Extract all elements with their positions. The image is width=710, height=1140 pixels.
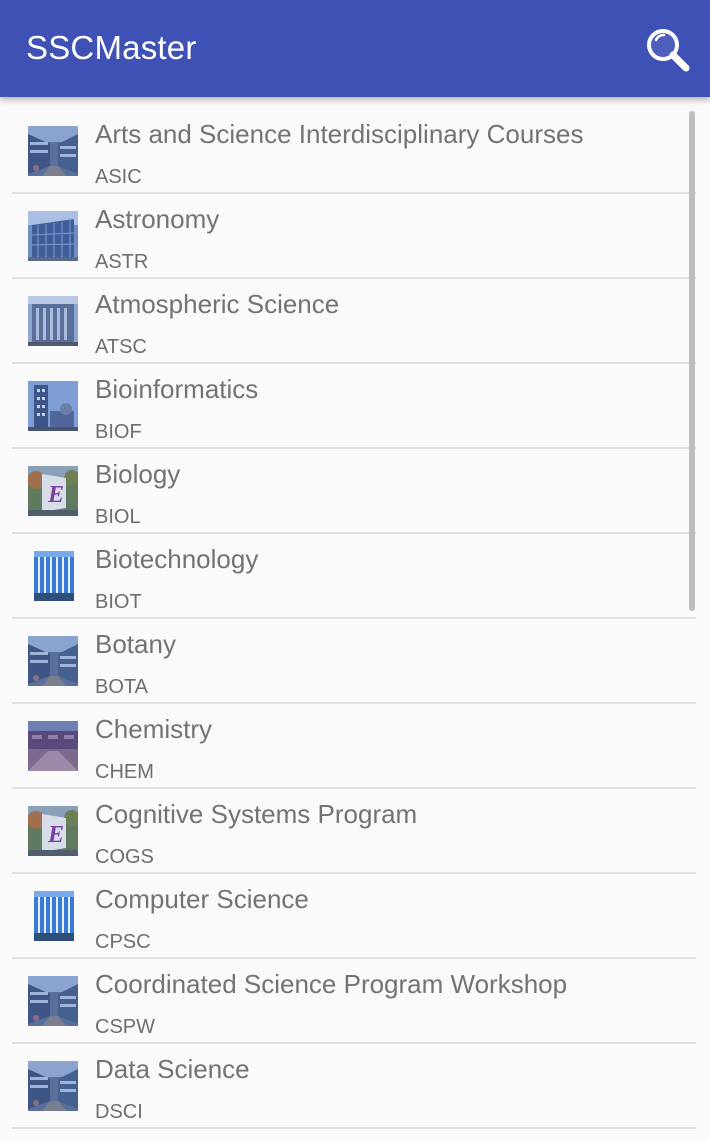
subject-list: Arts and Science Interdisciplinary Cours… [0,109,710,1129]
subject-list-item[interactable]: Data Science DSCI [0,1044,710,1129]
subject-name: Chemistry [95,714,213,744]
subject-code: ASIC [95,166,142,188]
subject-list-item[interactable]: Botany BOTA [0,619,710,704]
subject-code: DSCI [95,1101,143,1123]
subject-list-item[interactable]: Arts and Science Interdisciplinary Cours… [0,109,710,194]
subject-thumbnail [28,891,78,941]
subject-list-item[interactable]: Bioinformatics BIOF [0,364,710,449]
subject-thumbnail [28,636,78,686]
subject-code: CPSC [95,931,151,953]
app-bar: SSCMaster [0,0,710,97]
subject-code: BIOL [95,506,141,528]
subject-list-item[interactable]: Biotechnology BIOT [0,534,710,619]
search-button[interactable] [640,22,696,78]
subject-name: Bioinformatics [95,374,259,404]
subject-name: Coordinated Science Program Workshop [95,969,568,999]
subject-code: CHEM [95,761,154,783]
subject-list-item[interactable]: Chemistry CHEM [0,704,710,789]
subject-code: BIOT [95,591,142,613]
subject-name: Astronomy [95,204,220,234]
subject-name: Arts and Science Interdisciplinary Cours… [95,119,584,149]
subject-list-item[interactable]: Coordinated Science Program Workshop CSPW [0,959,710,1044]
subject-list-item[interactable]: Atmospheric Science ATSC [0,279,710,364]
subject-thumbnail [28,721,78,771]
subject-code: ATSC [95,336,147,358]
subject-list-item[interactable]: E Biology BIOL [0,449,710,534]
subject-list-item[interactable]: Astronomy ASTR [0,194,710,279]
subject-thumbnail [28,126,78,176]
subject-list-item[interactable]: Computer Science CPSC [0,874,710,959]
subject-thumbnail: E [28,806,78,856]
subject-name: Atmospheric Science [95,289,340,319]
list-divider [12,1127,696,1129]
subject-code: BOTA [95,676,148,698]
subject-name: Botany [95,629,176,659]
subject-thumbnail [28,551,78,601]
search-icon [647,29,690,72]
subject-code: ASTR [95,251,149,273]
subject-code: CSPW [95,1016,155,1038]
subject-thumbnail [28,381,78,431]
subject-name: Data Science [95,1054,250,1084]
subject-code: COGS [95,846,154,868]
svg-text:E: E [47,822,64,848]
subject-thumbnail: E [28,466,78,516]
subject-thumbnail [28,1061,78,1111]
app-title: SSCMaster [26,29,197,66]
list-scrollbar[interactable] [689,111,695,611]
subject-name: Cognitive Systems Program [95,799,418,829]
subject-thumbnail [28,976,78,1026]
subject-name: Computer Science [95,884,309,914]
subject-name: Biology [95,459,181,489]
subject-thumbnail [28,296,78,346]
subject-list-item[interactable]: E Cognitive Systems Program COGS [0,789,710,874]
subject-thumbnail [28,211,78,261]
app-screen: SSCMaster Arts and Science Interdiscipli… [0,0,710,1140]
svg-text:E: E [47,482,64,508]
subject-code: BIOF [95,421,142,443]
subject-name: Biotechnology [95,544,259,574]
